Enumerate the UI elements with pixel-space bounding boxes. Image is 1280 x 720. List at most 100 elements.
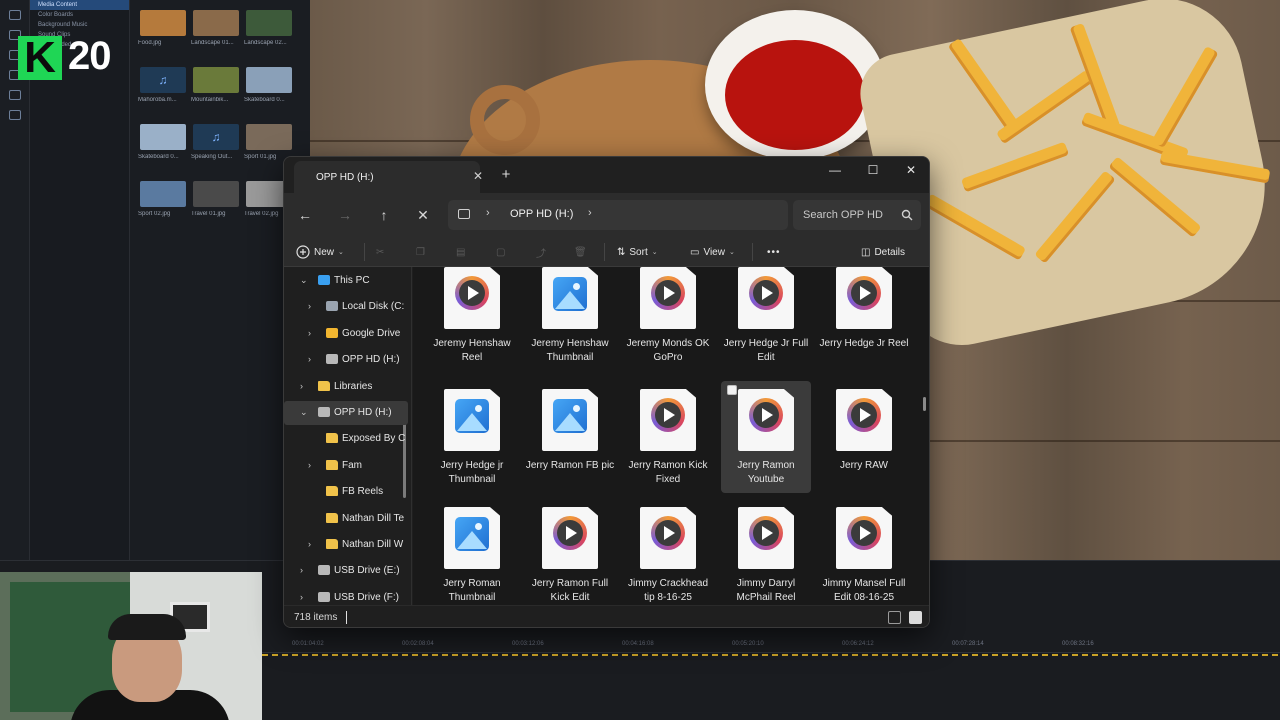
file-tile[interactable]: Jerry Ramon Kick Fixed	[623, 381, 713, 493]
tree-item[interactable]: › OPP HD (H:)	[284, 348, 408, 372]
close-window-button[interactable]: ✕	[892, 159, 929, 181]
view-button[interactable]: ▭ View ⌄	[690, 241, 735, 263]
file-grid-scrollbar[interactable]	[923, 397, 926, 411]
file-tile[interactable]: Jimmy Crackhead tip 8-16-25	[623, 499, 713, 605]
music-clip-thumbnail[interactable]: ♫	[193, 124, 239, 150]
delete-icon[interactable]: 🗑	[574, 241, 587, 263]
tree-item[interactable]: FB Reels	[284, 480, 408, 504]
media-thumbnail-label: Mountainbik...	[191, 97, 229, 103]
file-tile[interactable]: Jerry Hedge jr Thumbnail	[427, 381, 517, 493]
up-button[interactable]: ↑	[371, 202, 397, 228]
file-tile[interactable]: Jimmy Mansel Full Edit 08-16-25	[819, 499, 909, 605]
chevron-down-icon[interactable]: ⌄	[300, 407, 308, 418]
chevron-right-icon[interactable]: ›	[308, 539, 311, 549]
search-input[interactable]: Search OPP HD	[803, 209, 883, 221]
media-thumbnail[interactable]	[193, 10, 239, 36]
tree-item[interactable]: Exposed By C	[284, 427, 408, 451]
tree-item[interactable]: › Fam	[284, 454, 408, 478]
file-tile[interactable]: Jerry Hedge Jr Full Edit	[721, 267, 811, 375]
copy-icon[interactable]: ❐	[416, 241, 425, 263]
icons-view-toggle[interactable]	[909, 611, 922, 624]
search-icon[interactable]	[901, 209, 913, 221]
filter-tool-icon[interactable]	[8, 110, 21, 120]
file-tile[interactable]: Jerry Roman Thumbnail	[427, 499, 517, 605]
chevron-right-icon[interactable]: ›	[308, 460, 311, 470]
view-icon: ▭	[690, 246, 700, 258]
music-clip-thumbnail[interactable]: ♫	[140, 67, 186, 93]
tree-item[interactable]: › Local Disk (C:	[284, 295, 408, 319]
file-name: Jeremy Monds OK GoPro	[626, 338, 710, 363]
back-button[interactable]: ←	[292, 202, 318, 228]
stop-loading-button[interactable]: ✕	[410, 202, 436, 228]
cut-icon[interactable]: ✂	[376, 241, 384, 263]
media-menu-item[interactable]: Background Music	[30, 20, 129, 30]
media-thumbnail[interactable]	[193, 67, 239, 93]
image-file-icon	[444, 507, 500, 569]
media-thumbnail-label: Skateboard 0...	[244, 97, 285, 103]
media-thumbnail[interactable]	[140, 181, 186, 207]
share-icon[interactable]: ⤴	[536, 241, 546, 263]
file-tile[interactable]: Jimmy Darryl McPhail Reel	[721, 499, 811, 605]
file-tile[interactable]: Jerry Hedge Jr Reel	[819, 267, 909, 375]
tree-item[interactable]: ⌄ OPP HD (H:)	[284, 401, 408, 425]
chevron-right-icon[interactable]: ›	[308, 328, 311, 338]
file-tile[interactable]: Jerry Ramon FB pic	[525, 381, 615, 493]
file-tile[interactable]: Jerry RAW	[819, 381, 909, 493]
tree-item[interactable]: ⌄ This PC	[284, 269, 408, 293]
file-tile[interactable]: Jerry Ramon Full Kick Edit	[525, 499, 615, 605]
tree-item[interactable]: Nathan Dill Te	[284, 507, 408, 531]
media-thumbnail[interactable]	[246, 10, 292, 36]
chevron-right-icon[interactable]: ›	[486, 207, 490, 219]
address-location[interactable]: OPP HD (H:)	[510, 208, 573, 220]
tab-close-icon[interactable]: ✕	[470, 168, 486, 184]
chevron-right-icon[interactable]: ›	[300, 381, 303, 391]
media-thumbnail[interactable]	[140, 124, 186, 150]
new-button[interactable]: New ⌄	[296, 241, 344, 263]
file-tile[interactable]: Jeremy Monds OK GoPro	[623, 267, 713, 375]
file-tile[interactable]: Jeremy Henshaw Reel	[427, 267, 517, 375]
search-box[interactable]: Search OPP HD	[793, 200, 921, 230]
sort-button[interactable]: ⇅ Sort ⌄	[617, 241, 658, 263]
tree-item[interactable]: › USB Drive (F:)	[284, 586, 408, 605]
media-menu-item[interactable]: Media Content	[30, 0, 129, 10]
monitor-icon[interactable]	[458, 209, 470, 219]
explorer-tab[interactable]: OPP HD (H:) ✕	[294, 161, 483, 193]
media-thumbnail[interactable]	[140, 10, 186, 36]
new-tab-button[interactable]: +	[496, 166, 516, 184]
timeline-ruler[interactable]: 00:01:04:02 00:02:08:04 00:03:12:06 00:04:1…	[262, 639, 1280, 653]
file-tile[interactable]: Jeremy Henshaw Thumbnail	[525, 267, 615, 375]
file-tile[interactable]: Jerry Ramon Youtube	[721, 381, 811, 493]
overlay-tool-icon[interactable]	[8, 90, 21, 100]
chevron-down-icon[interactable]: ⌄	[300, 275, 308, 286]
rename-icon[interactable]: ▢	[496, 241, 505, 263]
status-bar: 718 items	[284, 605, 929, 627]
media-thumbnail[interactable]	[246, 67, 292, 93]
tree-item-label: USB Drive (F:)	[334, 591, 399, 603]
media-menu-item[interactable]: Color Boards	[30, 10, 129, 20]
select-checkbox[interactable]	[727, 385, 737, 395]
address-bar[interactable]: › OPP HD (H:) ›	[448, 200, 788, 230]
media-thumbnail[interactable]	[193, 181, 239, 207]
paste-icon[interactable]: ▤	[456, 241, 465, 263]
minimize-button[interactable]: —	[816, 159, 854, 181]
details-pane-button[interactable]: ◫ Details	[861, 241, 905, 263]
chevron-right-icon[interactable]: ›	[308, 301, 311, 311]
media-tool-icon[interactable]	[8, 10, 21, 20]
forward-button[interactable]: →	[332, 202, 358, 228]
chevron-right-icon[interactable]: ›	[300, 592, 303, 602]
plus-circle-icon	[296, 245, 310, 259]
chevron-right-icon[interactable]: ›	[308, 354, 311, 364]
more-options-button[interactable]: •••	[767, 241, 781, 263]
tree-item[interactable]: › Libraries	[284, 375, 408, 399]
maximize-button[interactable]: ☐	[854, 159, 892, 181]
chevron-right-icon[interactable]: ›	[588, 207, 592, 219]
tree-item[interactable]: › USB Drive (E:)	[284, 559, 408, 583]
title-bar[interactable]: OPP HD (H:) ✕ + — ☐ ✕	[284, 157, 929, 193]
chevron-right-icon[interactable]: ›	[300, 565, 303, 575]
tree-item[interactable]: › Google Drive	[284, 322, 408, 346]
timeline-track[interactable]	[262, 654, 1280, 656]
media-thumbnail[interactable]	[246, 124, 292, 150]
details-view-toggle[interactable]	[888, 611, 901, 624]
tree-item[interactable]: › Nathan Dill W	[284, 533, 408, 557]
folder-icon	[326, 539, 338, 549]
